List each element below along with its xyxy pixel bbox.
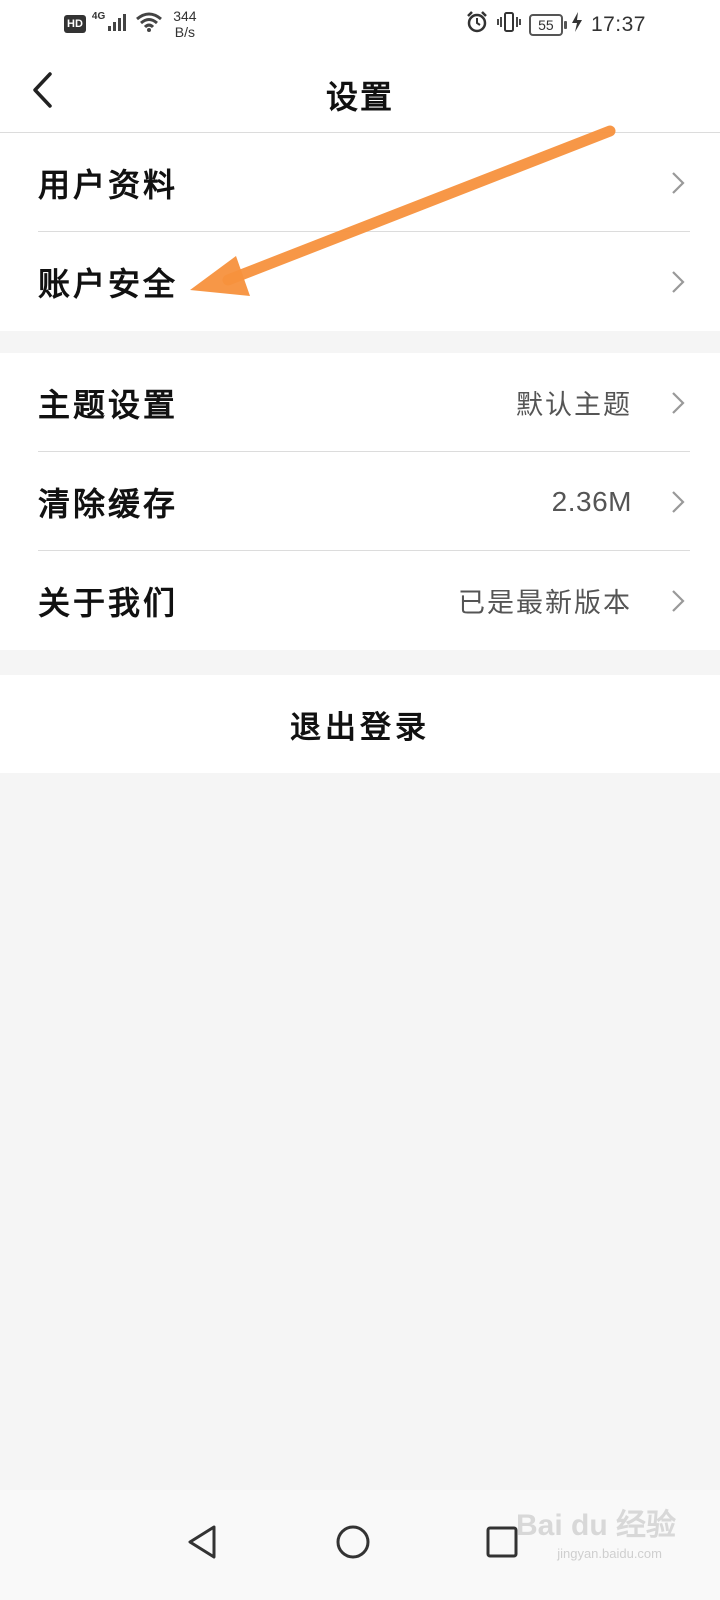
- row-value: 已是最新版本: [458, 588, 632, 619]
- settings-row-account-security[interactable]: 账户安全: [0, 231, 720, 331]
- settings-group-account: 用户资料 账户安全: [0, 133, 720, 331]
- speed-value: 344: [173, 8, 197, 24]
- row-value: 2.36M: [551, 485, 632, 517]
- row-label: 关于我们: [38, 583, 179, 622]
- row-value: 默认主题: [516, 390, 632, 421]
- status-bar: HD 4G 344 B/s 55 17:37: [0, 0, 720, 48]
- wifi-icon: [135, 11, 163, 38]
- network-speed: 344 B/s: [173, 8, 196, 40]
- nav-recent-icon: [486, 1526, 518, 1558]
- baidu-watermark: Bai du 经验: [516, 1500, 676, 1544]
- speed-unit: B/s: [174, 24, 196, 40]
- row-label: 清除缓存: [38, 484, 179, 523]
- charging-icon: [571, 11, 583, 38]
- watermark-url: jingyan.baidu.com: [557, 1546, 662, 1561]
- hd-badge: HD: [64, 15, 86, 33]
- row-label: 主题设置: [38, 385, 179, 424]
- chevron-right-icon: [670, 390, 686, 416]
- vibrate-icon: [497, 10, 521, 39]
- header: 设置: [0, 48, 720, 133]
- logout-label: 退出登录: [290, 709, 430, 746]
- settings-row-profile[interactable]: 用户资料: [0, 133, 720, 232]
- settings-row-clear-cache[interactable]: 清除缓存 2.36M: [0, 451, 720, 551]
- page-title: 设置: [325, 78, 394, 116]
- status-right: 55 17:37: [465, 10, 646, 39]
- signal-icon: [107, 12, 129, 37]
- row-label: 账户安全: [38, 264, 179, 303]
- nav-home-icon: [336, 1525, 370, 1559]
- nav-back-icon: [188, 1525, 216, 1559]
- chevron-right-icon: [670, 269, 686, 295]
- chevron-right-icon: [670, 489, 686, 515]
- settings-row-about[interactable]: 关于我们 已是最新版本: [0, 550, 720, 650]
- status-left: HD 4G 344 B/s: [64, 8, 197, 40]
- chevron-right-icon: [670, 170, 686, 196]
- settings-group-general: 主题设置 默认主题 清除缓存 2.36M 关于我们 已是最新版本: [0, 353, 720, 650]
- watermark-logo: Bai du 经验: [515, 1509, 676, 1542]
- nav-home-button[interactable]: [323, 1512, 383, 1572]
- row-label: 用户资料: [38, 165, 179, 204]
- battery-icon: 55: [528, 13, 567, 36]
- alarm-icon: [465, 10, 489, 39]
- settings-row-theme[interactable]: 主题设置 默认主题: [0, 353, 720, 452]
- nav-back-button[interactable]: [172, 1512, 232, 1572]
- logout-button[interactable]: 退出登录: [0, 675, 720, 773]
- chevron-right-icon: [670, 588, 686, 614]
- network-type: 4G: [91, 10, 106, 22]
- clock: 17:37: [590, 12, 646, 36]
